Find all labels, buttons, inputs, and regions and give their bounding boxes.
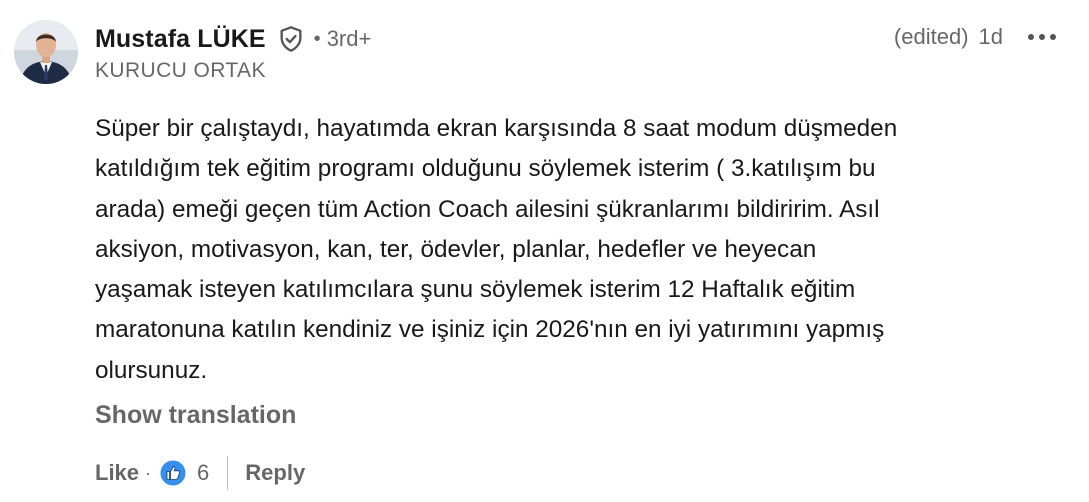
comment-line: Süper bir çalıştaydı, hayatımda ekran ka…: [95, 115, 898, 142]
comment-line: arada) emeği geçen tüm Action Coach aile…: [95, 195, 880, 223]
comment-time: 1d: [978, 24, 1003, 49]
edited-label: (edited): [893, 24, 969, 49]
author-headline: KURUCU ORTAK: [95, 59, 266, 82]
shield-check-icon: [276, 24, 306, 54]
comment-body: Süper bir çalıştaydı, hayatımda ekran ka…: [95, 109, 1055, 391]
comment-line: olursunuz.: [95, 356, 208, 384]
more-horizontal-icon: [1028, 34, 1056, 40]
connection-degree: 3rd+: [326, 26, 372, 51]
comment-line: katıldığım tek eğitim programı olduğunu …: [95, 155, 876, 183]
reply-button[interactable]: Reply: [245, 460, 305, 486]
comment-line: maratonuna katılın kendiniz ve işiniz iç…: [95, 316, 885, 344]
comment-actions: Like · 6 Reply: [95, 456, 305, 490]
separator-dot: •: [313, 27, 321, 50]
like-reaction-icon[interactable]: [159, 459, 187, 487]
action-divider: [227, 456, 229, 490]
author-avatar[interactable]: [14, 20, 78, 84]
action-separator-dot: ·: [145, 462, 152, 483]
reaction-count[interactable]: 6: [197, 460, 209, 486]
comment-line: aksiyon, motivasyon, kan, ter, ödevler, …: [95, 235, 817, 263]
more-options-button[interactable]: [1023, 24, 1061, 50]
avatar-photo: [14, 20, 78, 84]
like-button[interactable]: Like: [95, 460, 139, 486]
comment-meta: (edited) 1d: [894, 22, 1061, 52]
comment-line: yaşamak isteyen katılımcılara şunu söyle…: [95, 276, 856, 304]
author-name-row: Mustafa LÜKE • 3rd+: [95, 22, 371, 56]
author-name[interactable]: Mustafa LÜKE: [95, 25, 266, 54]
show-translation-button[interactable]: Show translation: [95, 401, 296, 430]
